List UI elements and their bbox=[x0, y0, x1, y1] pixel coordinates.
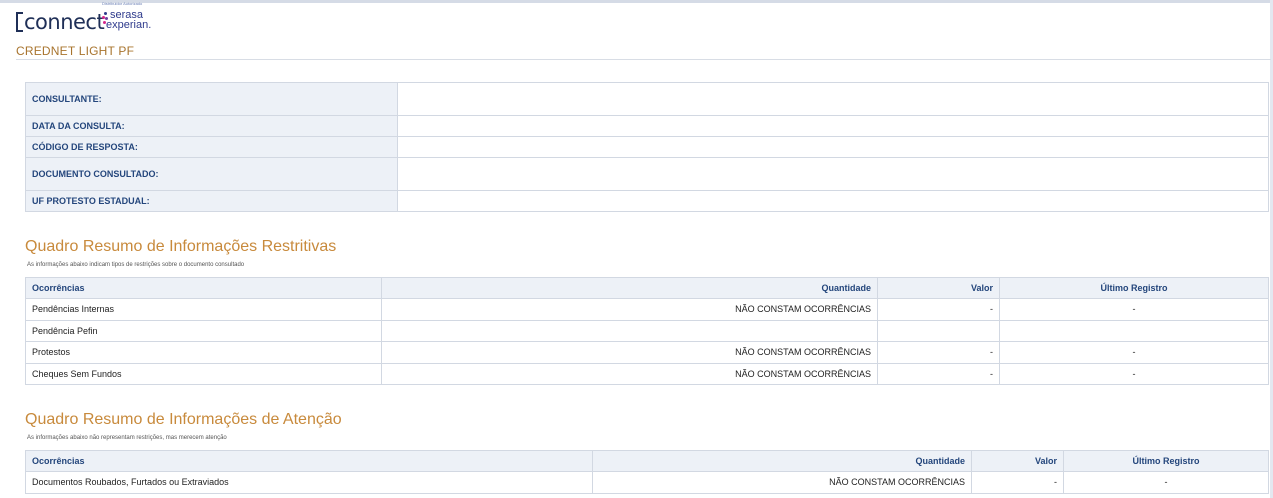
info-row-uf-protesto: UF PROTESTO ESTADUAL: bbox=[25, 190, 1269, 212]
table-row: Documentos Roubados, Furtados ou Extravi… bbox=[25, 471, 1269, 494]
table-header-row: Ocorrências Quantidade Valor Último Regi… bbox=[25, 450, 1269, 472]
col-quantidade: Quantidade bbox=[381, 277, 878, 299]
restritivas-title: Quadro Resumo de Informações Restritivas bbox=[25, 238, 337, 255]
table-header-row: Ocorrências Quantidade Valor Último Regi… bbox=[25, 277, 1269, 299]
col-quantidade: Quantidade bbox=[592, 450, 972, 472]
col-ultimo-registro: Último Registro bbox=[1063, 450, 1269, 472]
info-row-consultante: CONSULTANTE: bbox=[25, 82, 1269, 116]
table-row: Pendência Pefin bbox=[25, 319, 1269, 342]
atencao-title: Quadro Resumo de Informações de Atenção bbox=[25, 411, 342, 428]
col-ocorrencias: Ocorrências bbox=[25, 277, 382, 299]
table-row: Cheques Sem Fundos NÃO CONSTAM OCORRÊNCI… bbox=[25, 362, 1269, 385]
page-title: CREDNET LIGHT PF bbox=[16, 44, 135, 58]
col-ultimo-registro: Último Registro bbox=[999, 277, 1269, 299]
col-ocorrencias: Ocorrências bbox=[25, 450, 593, 472]
connect-logo: connect bbox=[16, 10, 105, 34]
info-row-data-consulta: DATA DA CONSULTA: bbox=[25, 115, 1269, 137]
atencao-subtitle: As informações abaixo não representam re… bbox=[27, 435, 227, 441]
restritivas-subtitle: As informações abaixo indicam tipos de r… bbox=[27, 262, 245, 268]
serasa-tagline: Distribuidor Autorizado bbox=[102, 1, 143, 6]
col-valor: Valor bbox=[971, 450, 1064, 472]
info-row-documento: DOCUMENTO CONSULTADO: bbox=[25, 157, 1269, 191]
col-valor: Valor bbox=[877, 277, 1000, 299]
table-row: Pendências Internas NÃO CONSTAM OCORRÊNC… bbox=[25, 298, 1269, 321]
info-row-codigo-resposta: CÓDIGO DE RESPOSTA: bbox=[25, 136, 1269, 158]
header: connect Distribuidor Autorizado serasa e… bbox=[16, 1, 316, 38]
serasa-logo: serasa experian. bbox=[102, 10, 172, 34]
restritivas-table: Ocorrências Quantidade Valor Último Regi… bbox=[25, 277, 1269, 385]
atencao-table: Ocorrências Quantidade Valor Último Regi… bbox=[25, 450, 1269, 494]
table-row: Protestos NÃO CONSTAM OCORRÊNCIAS - - bbox=[25, 341, 1269, 364]
consulta-info-table: CONSULTANTE: DATA DA CONSULTA: CÓDIGO DE… bbox=[25, 82, 1269, 212]
title-divider bbox=[16, 59, 1271, 60]
